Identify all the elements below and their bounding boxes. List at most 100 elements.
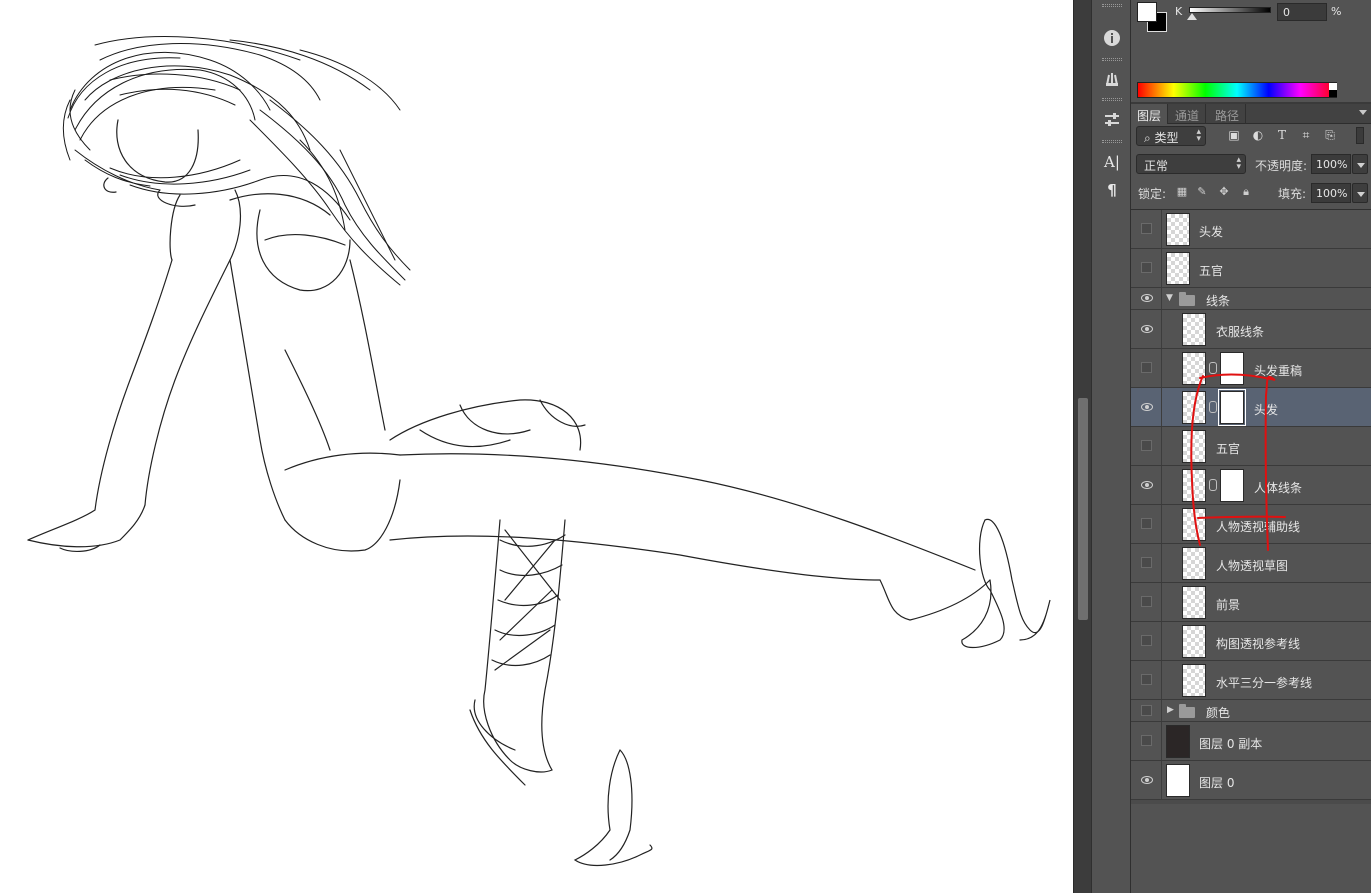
layer-row[interactable]: 前景: [1131, 583, 1371, 622]
lock-position-icon[interactable]: ✥: [1217, 185, 1231, 199]
visibility-cell[interactable]: [1131, 466, 1162, 504]
visibility-cell[interactable]: [1131, 761, 1162, 799]
chain-link-icon[interactable]: [1209, 401, 1217, 413]
layer-mask-thumbnail[interactable]: [1218, 389, 1246, 426]
visibility-cell[interactable]: [1131, 288, 1162, 309]
brush-presets-icon[interactable]: [1098, 66, 1126, 90]
layer-row[interactable]: 人物透视辅助线: [1131, 505, 1371, 544]
visibility-cell[interactable]: [1131, 700, 1162, 721]
tab-layers[interactable]: 图层: [1131, 104, 1169, 124]
layer-mask-thumbnail[interactable]: [1220, 469, 1244, 502]
layer-row[interactable]: 衣服线条: [1131, 310, 1371, 349]
visibility-off-box[interactable]: [1141, 518, 1152, 529]
layer-row[interactable]: 头发: [1131, 210, 1371, 249]
expanded-arrow-icon[interactable]: ▼: [1166, 293, 1173, 303]
collapsed-arrow-icon[interactable]: ▶: [1167, 705, 1174, 715]
fill-dropdown-arrow[interactable]: [1352, 183, 1368, 203]
type-layer-filter-icon[interactable]: T: [1274, 127, 1290, 143]
lock-image-pixels-icon[interactable]: ✎: [1195, 185, 1209, 199]
layer-name[interactable]: 图层 0: [1199, 774, 1234, 791]
layer-name[interactable]: 图层 0 副本: [1199, 735, 1262, 752]
visibility-cell[interactable]: [1131, 583, 1162, 621]
visibility-off-box[interactable]: [1141, 674, 1152, 685]
paragraph-icon[interactable]: ¶: [1098, 178, 1126, 202]
visibility-cell[interactable]: [1131, 427, 1162, 465]
foreground-color-swatch[interactable]: [1137, 2, 1157, 22]
layer-group-row[interactable]: ▼ 线条: [1131, 288, 1371, 310]
group-name[interactable]: 线条: [1206, 292, 1230, 309]
visibility-off-box[interactable]: [1141, 440, 1152, 451]
visibility-off-box[interactable]: [1141, 223, 1152, 234]
pixel-layer-filter-icon[interactable]: ▣: [1226, 127, 1242, 143]
layer-row-selected[interactable]: 头发: [1131, 388, 1371, 427]
opacity-field[interactable]: 100%: [1311, 154, 1351, 174]
tab-paths[interactable]: 路径: [1209, 104, 1247, 124]
eye-icon[interactable]: [1141, 403, 1153, 411]
eye-icon[interactable]: [1141, 325, 1153, 333]
layer-row[interactable]: 五官: [1131, 427, 1371, 466]
strip-grip[interactable]: [1102, 140, 1122, 143]
strip-grip[interactable]: [1102, 98, 1122, 101]
eye-icon[interactable]: [1141, 481, 1153, 489]
eye-icon[interactable]: [1141, 294, 1153, 302]
layer-name[interactable]: 人物透视草图: [1216, 557, 1288, 574]
layer-name[interactable]: 构图透视参考线: [1216, 635, 1300, 652]
opacity-dropdown-arrow[interactable]: [1352, 154, 1368, 174]
lock-transparent-pixels-icon[interactable]: ▦: [1175, 185, 1189, 199]
layer-row[interactable]: 五官: [1131, 249, 1371, 288]
tab-channels[interactable]: 通道: [1169, 104, 1207, 124]
visibility-off-box[interactable]: [1141, 735, 1152, 746]
slider-thumb-icon[interactable]: [1187, 13, 1197, 20]
visibility-off-box[interactable]: [1141, 362, 1152, 373]
group-name[interactable]: 颜色: [1206, 704, 1230, 721]
layer-row[interactable]: 图层 0: [1131, 761, 1371, 800]
channel-slider[interactable]: [1189, 7, 1271, 13]
blend-mode-select[interactable]: 正常 ▴ ▾: [1136, 154, 1246, 174]
color-spectrum-bar[interactable]: [1137, 82, 1337, 98]
layer-name[interactable]: 头发重稿: [1254, 362, 1302, 379]
layer-name[interactable]: 头发: [1199, 223, 1223, 240]
document-canvas[interactable]: [0, 0, 1073, 893]
layer-name[interactable]: 水平三分一参考线: [1216, 674, 1312, 691]
filter-toggle-switch[interactable]: [1356, 127, 1364, 144]
character-icon[interactable]: A|: [1098, 150, 1126, 174]
fill-field[interactable]: 100%: [1311, 183, 1351, 203]
visibility-cell[interactable]: [1131, 505, 1162, 543]
layers-list[interactable]: 头发 五官 ▼ 线条 衣服线条 头发重稿 头发 五官 人体线条 人物透视辅助线 …: [1131, 209, 1371, 804]
visibility-cell[interactable]: [1131, 622, 1162, 660]
chain-link-icon[interactable]: [1209, 362, 1217, 374]
shape-layer-filter-icon[interactable]: ⌗: [1298, 127, 1314, 143]
channel-value-field[interactable]: 0: [1277, 3, 1327, 21]
visibility-off-box[interactable]: [1141, 262, 1152, 273]
visibility-cell[interactable]: [1131, 210, 1162, 248]
layer-filter-select[interactable]: ⌕ 类型 ▴ ▾: [1136, 126, 1206, 146]
layer-name[interactable]: 前景: [1216, 596, 1240, 613]
layer-mask-thumbnail[interactable]: [1220, 352, 1244, 385]
layer-name[interactable]: 头发: [1254, 401, 1278, 418]
visibility-off-box[interactable]: [1141, 705, 1152, 716]
panel-menu-icon[interactable]: [1359, 110, 1367, 115]
adjustments-icon[interactable]: [1098, 108, 1126, 132]
visibility-cell[interactable]: [1131, 310, 1162, 348]
visibility-cell[interactable]: [1131, 722, 1162, 760]
scrollbar-thumb[interactable]: [1078, 398, 1088, 620]
chain-link-icon[interactable]: [1209, 479, 1217, 491]
visibility-off-box[interactable]: [1141, 596, 1152, 607]
adjustment-layer-filter-icon[interactable]: ◐: [1250, 127, 1266, 143]
layer-name[interactable]: 衣服线条: [1216, 323, 1264, 340]
canvas-vertical-scrollbar[interactable]: [1073, 0, 1091, 893]
layer-row[interactable]: 构图透视参考线: [1131, 622, 1371, 661]
visibility-cell[interactable]: [1131, 661, 1162, 699]
layer-group-row[interactable]: ▶ 颜色: [1131, 700, 1371, 722]
layer-row[interactable]: 水平三分一参考线: [1131, 661, 1371, 700]
layer-row[interactable]: 人物透视草图: [1131, 544, 1371, 583]
info-icon[interactable]: [1098, 26, 1126, 50]
visibility-cell[interactable]: [1131, 388, 1162, 426]
smart-object-filter-icon[interactable]: ⎘: [1322, 127, 1338, 143]
layer-row[interactable]: 头发重稿: [1131, 349, 1371, 388]
layer-row[interactable]: 人体线条: [1131, 466, 1371, 505]
layer-name[interactable]: 人体线条: [1254, 479, 1302, 496]
layer-name[interactable]: 人物透视辅助线: [1216, 518, 1300, 535]
layer-name[interactable]: 五官: [1216, 440, 1240, 457]
lock-all-icon[interactable]: 🔒︎: [1239, 185, 1253, 199]
